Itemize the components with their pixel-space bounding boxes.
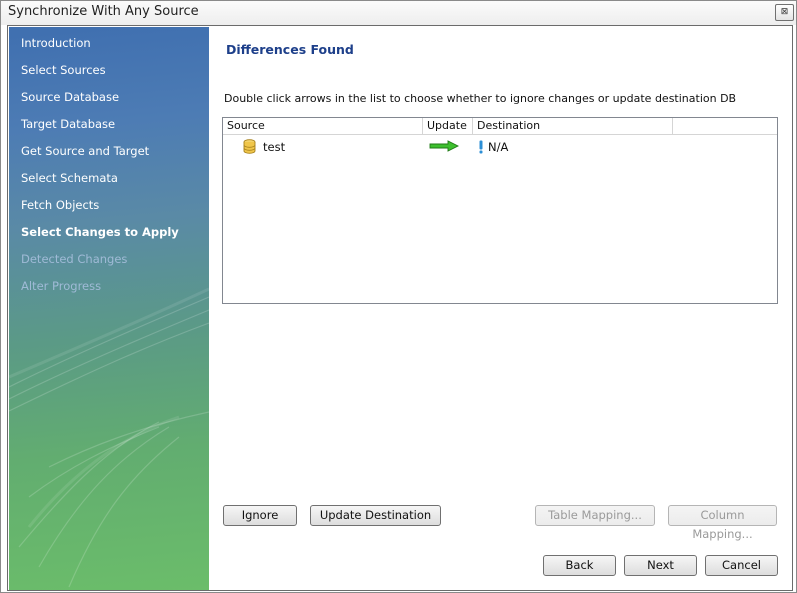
sidebar-item-select-changes: Select Changes to Apply xyxy=(21,225,179,239)
arrow-right-icon[interactable] xyxy=(429,140,460,155)
wizard-frame: Introduction Select Sources Source Datab… xyxy=(7,25,793,591)
list-header: Source Update Destination xyxy=(223,118,777,135)
back-button[interactable]: Back xyxy=(543,555,616,576)
column-header-source[interactable]: Source xyxy=(223,118,423,135)
sidebar-decoration xyxy=(9,287,209,588)
sidebar-item-select-sources: Select Sources xyxy=(21,63,106,77)
column-mapping-button[interactable]: Column Mapping... xyxy=(668,505,777,541)
exclamation-icon xyxy=(478,140,484,157)
close-button[interactable]: ⊠ xyxy=(775,4,794,21)
close-icon: ⊠ xyxy=(780,7,789,17)
sidebar-item-fetch-objects: Fetch Objects xyxy=(21,198,100,212)
ignore-button[interactable]: Ignore xyxy=(223,505,297,526)
sidebar-item-introduction: Introduction xyxy=(21,36,91,50)
sidebar-item-target-database: Target Database xyxy=(21,117,116,131)
differences-list[interactable]: Source Update Destination test N/A xyxy=(222,117,778,304)
title-bar: Synchronize With Any Source ⊠ xyxy=(1,1,796,25)
sidebar-item-alter-progress: Alter Progress xyxy=(21,279,102,293)
wizard-sidebar: Introduction Select Sources Source Datab… xyxy=(9,27,209,590)
next-button[interactable]: Next xyxy=(624,555,697,576)
column-header-destination[interactable]: Destination xyxy=(473,118,673,135)
sidebar-item-get-source-and-target: Get Source and Target xyxy=(21,144,150,158)
window-title: Synchronize With Any Source xyxy=(8,4,199,19)
database-icon xyxy=(243,139,256,157)
table-mapping-button[interactable]: Table Mapping... xyxy=(535,505,655,526)
column-header-update[interactable]: Update xyxy=(423,118,473,135)
sidebar-item-select-schemata: Select Schemata xyxy=(21,171,118,185)
wizard-window: Synchronize With Any Source ⊠ Introducti… xyxy=(0,0,797,593)
instruction-text: Double click arrows in the list to choos… xyxy=(224,92,737,105)
sidebar-item-source-database: Source Database xyxy=(21,90,120,104)
source-name: test xyxy=(263,140,286,154)
cancel-button[interactable]: Cancel xyxy=(705,555,778,576)
update-destination-button[interactable]: Update Destination xyxy=(310,505,441,526)
list-item[interactable]: test N/A xyxy=(223,137,777,157)
destination-name: N/A xyxy=(488,140,509,154)
page-title: Differences Found xyxy=(226,42,354,57)
sidebar-item-detected-changes: Detected Changes xyxy=(21,252,128,266)
